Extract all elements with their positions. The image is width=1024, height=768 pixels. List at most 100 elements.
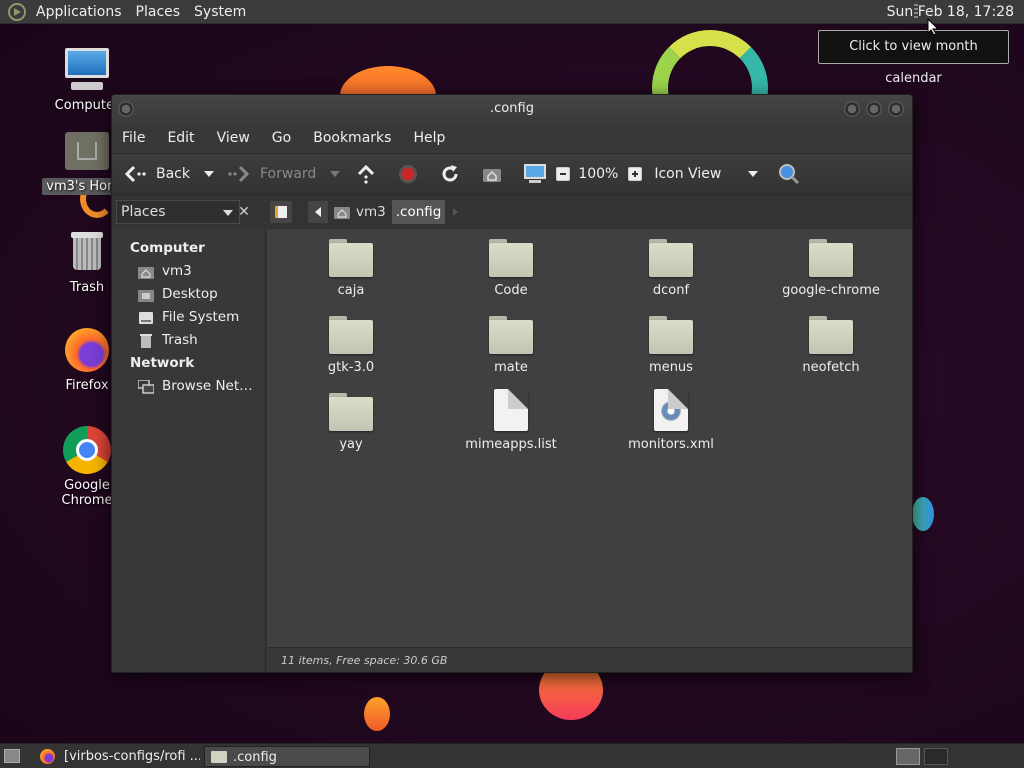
sidebar-item-label: Browse Net… bbox=[162, 378, 253, 394]
sidebar-type-select[interactable]: Places bbox=[116, 200, 240, 224]
workspace-switcher-icon[interactable] bbox=[896, 748, 920, 765]
stop-icon[interactable] bbox=[398, 164, 418, 184]
applications-menu[interactable]: Applications bbox=[36, 4, 122, 20]
firefox-icon bbox=[63, 326, 111, 374]
sidebar: Computer vm3 Desktop File System Trash N… bbox=[112, 229, 266, 672]
clock[interactable]: Sun Feb 18, 17:28 bbox=[881, 0, 1020, 24]
places-menu[interactable]: Places bbox=[136, 4, 181, 20]
computer-icon[interactable] bbox=[524, 164, 547, 184]
breadcrumb-label: .config bbox=[395, 204, 442, 220]
folder-icon bbox=[489, 316, 533, 354]
folder-icon bbox=[809, 316, 853, 354]
zoom-level[interactable]: 100% bbox=[578, 166, 618, 182]
file-name: Code bbox=[494, 283, 528, 298]
file-item[interactable]: Code bbox=[441, 239, 581, 298]
file-item[interactable]: caja bbox=[281, 239, 421, 298]
back-button[interactable]: Back bbox=[124, 164, 190, 184]
file-item[interactable]: dconf bbox=[601, 239, 741, 298]
drive-icon bbox=[139, 311, 153, 324]
window-title: .config bbox=[490, 101, 534, 116]
status-bar: 11 items, Free space: 30.6 GB bbox=[267, 647, 912, 672]
file-name: menus bbox=[649, 360, 693, 375]
file-item[interactable]: mate bbox=[441, 316, 581, 375]
network-icon bbox=[138, 379, 154, 394]
close-icon[interactable] bbox=[888, 101, 904, 117]
file-name: caja bbox=[337, 283, 365, 298]
up-arrow-icon[interactable] bbox=[356, 164, 376, 184]
sidebar-item-file-system[interactable]: File System bbox=[112, 306, 265, 329]
home-icon bbox=[138, 266, 154, 279]
sidebar-item-label: File System bbox=[162, 309, 240, 325]
taskbar-item-config[interactable]: .config bbox=[204, 746, 370, 767]
text-file-icon bbox=[494, 389, 528, 431]
view-mode-chevron-icon[interactable] bbox=[748, 171, 759, 177]
breadcrumb-back-chevron-icon[interactable] bbox=[308, 201, 328, 223]
sidebar-item-vm3[interactable]: vm3 bbox=[112, 260, 265, 283]
forward-button[interactable]: Forward bbox=[228, 164, 316, 184]
taskbar-item-label: .config bbox=[233, 750, 277, 765]
computer-icon bbox=[63, 46, 111, 94]
toolbar: Back Forward 100% Icon View bbox=[112, 153, 912, 195]
folder-icon bbox=[329, 239, 373, 277]
zoom-in-icon[interactable] bbox=[628, 167, 643, 181]
wallpaper-blob bbox=[912, 497, 934, 531]
top-panel: Applications Places System Sun Feb 18, 1… bbox=[0, 0, 1024, 24]
reload-icon[interactable] bbox=[440, 164, 460, 184]
taskbar-item-label: [virbos-configs/rofi ... bbox=[64, 749, 200, 764]
wallpaper-blob bbox=[364, 697, 390, 731]
sidebar-item-label: Trash bbox=[162, 332, 198, 348]
folder-icon bbox=[329, 393, 373, 431]
sidebar-item-desktop[interactable]: Desktop bbox=[112, 283, 265, 306]
back-history-chevron-icon[interactable] bbox=[204, 171, 214, 177]
maximize-icon[interactable] bbox=[866, 101, 882, 117]
file-item[interactable]: google-chrome bbox=[761, 239, 901, 298]
zoom-out-icon[interactable] bbox=[556, 167, 571, 181]
breadcrumb-item-vm3[interactable]: vm3 bbox=[330, 200, 390, 224]
minimize-icon[interactable] bbox=[844, 101, 860, 117]
show-desktop-icon[interactable] bbox=[4, 749, 20, 763]
workspace-switcher-inactive[interactable] bbox=[924, 748, 948, 765]
firefox-icon bbox=[40, 749, 55, 764]
location-toggle-icon[interactable] bbox=[270, 201, 292, 223]
menu-go[interactable]: Go bbox=[272, 130, 291, 146]
file-manager-window: .config File Edit View Go Bookmarks Help… bbox=[111, 94, 913, 673]
system-menu[interactable]: System bbox=[194, 4, 246, 20]
breadcrumb-item-config[interactable]: .config bbox=[391, 200, 446, 224]
file-name: monitors.xml bbox=[628, 437, 714, 452]
view-mode-select[interactable]: Icon View bbox=[654, 166, 742, 182]
sidebar-section-computer: Computer bbox=[130, 240, 205, 256]
menu-file[interactable]: File bbox=[122, 130, 145, 146]
sidebar-item-trash[interactable]: Trash bbox=[112, 329, 265, 352]
file-item[interactable]: neofetch bbox=[761, 316, 901, 375]
folder-icon bbox=[809, 239, 853, 277]
breadcrumb-label: vm3 bbox=[356, 204, 386, 220]
close-sidebar-icon[interactable]: ✕ bbox=[234, 202, 254, 222]
titlebar[interactable]: .config bbox=[112, 95, 912, 123]
folder-icon bbox=[329, 316, 373, 354]
file-item[interactable]: mimeapps.list bbox=[441, 389, 581, 452]
forward-arrow-icon bbox=[228, 165, 250, 183]
file-item[interactable]: menus bbox=[601, 316, 741, 375]
forward-history-chevron-icon[interactable] bbox=[330, 171, 341, 177]
sidebar-item-label: Desktop bbox=[162, 286, 218, 302]
menu-view[interactable]: View bbox=[217, 130, 250, 146]
sidebar-item-browse-network[interactable]: Browse Net… bbox=[112, 375, 265, 398]
menu-edit[interactable]: Edit bbox=[167, 130, 194, 146]
back-arrow-icon bbox=[124, 165, 146, 183]
menu-bookmarks[interactable]: Bookmarks bbox=[313, 130, 391, 146]
file-name: dconf bbox=[652, 283, 690, 298]
window-menu-icon[interactable] bbox=[118, 101, 134, 117]
mouse-cursor-icon bbox=[927, 18, 939, 36]
file-item[interactable]: gtk-3.0 bbox=[281, 316, 421, 375]
file-item[interactable]: yay bbox=[281, 393, 421, 452]
home-icon[interactable] bbox=[482, 164, 502, 184]
file-icon-view[interactable]: caja Code dconf google-chrome gtk-3.0 ma… bbox=[267, 229, 912, 647]
taskbar-item-firefox[interactable]: [virbos-configs/rofi ... bbox=[36, 746, 200, 767]
breadcrumb-forward-chevron-icon[interactable] bbox=[453, 208, 459, 216]
menu-help[interactable]: Help bbox=[413, 130, 445, 146]
xml-file-icon bbox=[654, 389, 688, 431]
mate-logo-icon[interactable] bbox=[8, 2, 26, 21]
file-item[interactable]: monitors.xml bbox=[601, 389, 741, 452]
search-icon[interactable] bbox=[778, 163, 800, 185]
file-name: gtk-3.0 bbox=[327, 360, 375, 375]
